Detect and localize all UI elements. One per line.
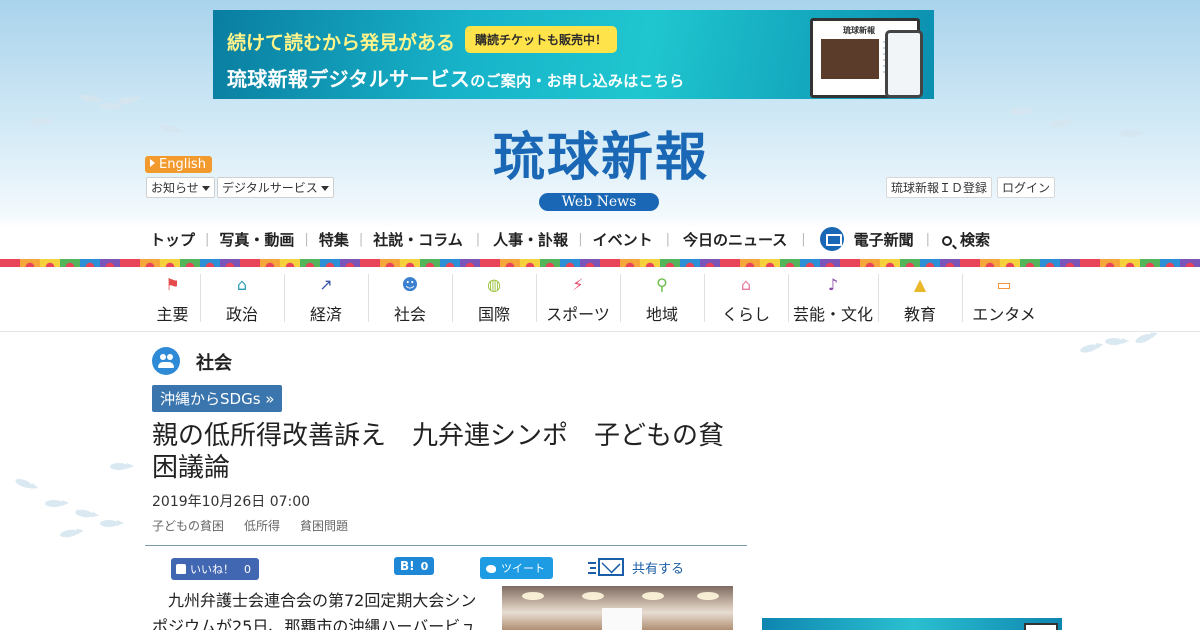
banner-ticket-badge: 購読チケットも販売中！ (465, 26, 618, 53)
like-label: いいね！ (190, 563, 234, 576)
article-photo (502, 586, 733, 630)
nav-today-news[interactable]: 今日のニュース (683, 229, 787, 250)
decorative-wave-strip (0, 259, 1200, 267)
tag-link[interactable]: 低所得 (244, 517, 280, 534)
search-icon (942, 235, 953, 246)
category-item[interactable]: ◍ 国際 (452, 268, 536, 328)
play-icon (150, 159, 155, 167)
category-item[interactable]: ↗ 経済 (284, 268, 368, 328)
category-item[interactable]: ⚑ 主要 (145, 268, 200, 328)
banner-phone-image (885, 30, 923, 98)
category-item[interactable]: ⚡ スポーツ (536, 268, 620, 328)
site-logo[interactable]: 琉球新報 (453, 126, 749, 190)
english-label: English (159, 157, 206, 172)
thumbs-up-icon (176, 564, 186, 574)
banner-tagline: 続けて読むから発見がある (227, 32, 456, 54)
hatena-bookmark-button[interactable]: B! 0 (394, 557, 435, 575)
banner-headline-b: のご案内・お申し込み (470, 72, 624, 90)
share-label: 共有する (632, 561, 685, 577)
web-news-label: Web News (539, 193, 659, 211)
digital-service-banner[interactable]: 続けて読むから発見がある 購読チケットも販売中！ 琉球新報デジタルサービスのご案… (213, 10, 934, 99)
sidebar-ad-banner[interactable] (762, 618, 1062, 630)
article-date: 2019年10月26日 07:00 (152, 494, 311, 510)
tv-icon: ▭ (996, 275, 1012, 294)
twitter-bird-icon (486, 565, 496, 573)
category-item[interactable]: ♪ 芸能・文化 (788, 268, 878, 328)
envelope-icon (588, 556, 624, 578)
monitor-icon (819, 227, 844, 251)
digital-service-label: デジタルサービス (222, 181, 318, 195)
nav-editorial[interactable]: 社説・コラム (373, 229, 463, 250)
category-label: 地域 (645, 305, 678, 324)
banner-headline: 琉球新報デジタルサービスのご案内・お申し込みはこちら (227, 63, 684, 92)
nav-photo-video[interactable]: 写真・動画 (219, 229, 294, 250)
nav-personnel[interactable]: 人事・訃報 (493, 229, 568, 250)
digital-service-dropdown[interactable]: デジタルサービス (217, 177, 334, 198)
category-item[interactable]: ⌂ 政治 (200, 268, 284, 328)
share-button[interactable]: 共有する (588, 556, 684, 578)
category-label: エンタメ (972, 305, 1036, 324)
caret-down-icon (201, 186, 210, 191)
category-item[interactable]: ▲ 教育 (878, 268, 962, 328)
flag-icon: ⚑ (165, 275, 180, 294)
category-label: 教育 (903, 305, 936, 324)
people-icon: ☻ (401, 275, 419, 294)
house-icon: ⌂ (740, 275, 752, 294)
sanshin-icon: ♪ (827, 275, 839, 294)
category-item[interactable]: ▭ エンタメ (962, 268, 1046, 328)
tweet-button[interactable]: ツイート (480, 557, 553, 579)
category-label: 芸能・文化 (792, 305, 873, 324)
notice-label: お知らせ (151, 181, 199, 195)
nav-e-paper[interactable]: 電子新聞 (819, 227, 914, 251)
tweet-label: ツイート (501, 562, 545, 575)
chart-icon: ↗ (319, 275, 333, 294)
hatena-label: B! (400, 559, 415, 573)
graduation-cap-icon: ▲ (913, 275, 927, 294)
nav-search[interactable]: 検索 (942, 229, 990, 250)
category-label: 経済 (309, 305, 342, 324)
category-label: くらし (721, 305, 770, 324)
tag-link[interactable]: 子どもの貧困 (152, 517, 224, 534)
login-link[interactable]: ログイン (997, 177, 1056, 198)
pin-icon: ⚲ (656, 275, 668, 294)
category-label: スポーツ (546, 305, 610, 324)
nav-event[interactable]: イベント (593, 229, 653, 250)
category-label: 主要 (156, 305, 189, 324)
caret-down-icon (320, 186, 329, 191)
tag-link[interactable]: 貧困問題 (300, 517, 348, 534)
facebook-like-button[interactable]: いいね！ 0 (171, 558, 259, 580)
category-item[interactable]: ☻ 社会 (368, 268, 452, 328)
category-nav: ⚑ 主要 ⌂ 政治 ↗ 経済 ☻ 社会 ◍ 国際 ⚡ スポーツ ⚲ 地域 ⌂ くらし ♪ 芸能・文化 ▲ 教育 ▭ エンタ… (145, 268, 1055, 328)
runner-icon: ⚡ (572, 275, 584, 294)
divider (0, 331, 1200, 332)
series-tag-sdgs[interactable]: 沖縄からSDGs » (152, 385, 283, 412)
nav-feature[interactable]: 特集 (319, 229, 349, 250)
hatena-count: 0 (420, 560, 429, 573)
globe-icon: ◍ (487, 275, 501, 294)
banner-headline-c: はこちら (623, 72, 685, 90)
people-icon (152, 347, 180, 375)
category-item[interactable]: ⌂ くらし (704, 268, 788, 328)
nav-top[interactable]: トップ (150, 229, 195, 250)
article-tags: 子どもの貧困 低所得 貧困問題 (152, 517, 348, 534)
banner-device-logo: 琉球新報 (843, 26, 875, 35)
nav-search-label: 検索 (960, 230, 991, 249)
category-label: 政治 (225, 305, 258, 324)
article-body: 九州弁護士会連合会の第72回定期大会シンポジウムが25日、那覇市の沖縄ハーバービ… (152, 591, 477, 630)
english-button[interactable]: English (145, 156, 212, 173)
category-label: 社会 (393, 305, 426, 324)
category-item[interactable]: ⚲ 地域 (620, 268, 704, 328)
notice-dropdown[interactable]: お知らせ (146, 177, 215, 198)
like-count: 0 (244, 562, 251, 576)
global-nav: トップ | 写真・動画 | 特集 | 社説・コラム | 人事・訃報 | イベント | 今日の… (145, 224, 1055, 254)
nav-e-paper-label: 電子新聞 (853, 231, 914, 249)
id-register-link[interactable]: 琉球新報ＩＤ登録 (886, 177, 993, 198)
banner-headline-a: 琉球新報デジタルサービス (227, 67, 471, 91)
building-icon: ⌂ (236, 275, 248, 294)
article-headline: 親の低所得改善訴え 九弁連シンポ 子どもの貧困議論 (152, 421, 725, 483)
section-title: 社会 (196, 353, 232, 374)
divider (145, 545, 747, 546)
category-label: 国際 (477, 305, 510, 324)
